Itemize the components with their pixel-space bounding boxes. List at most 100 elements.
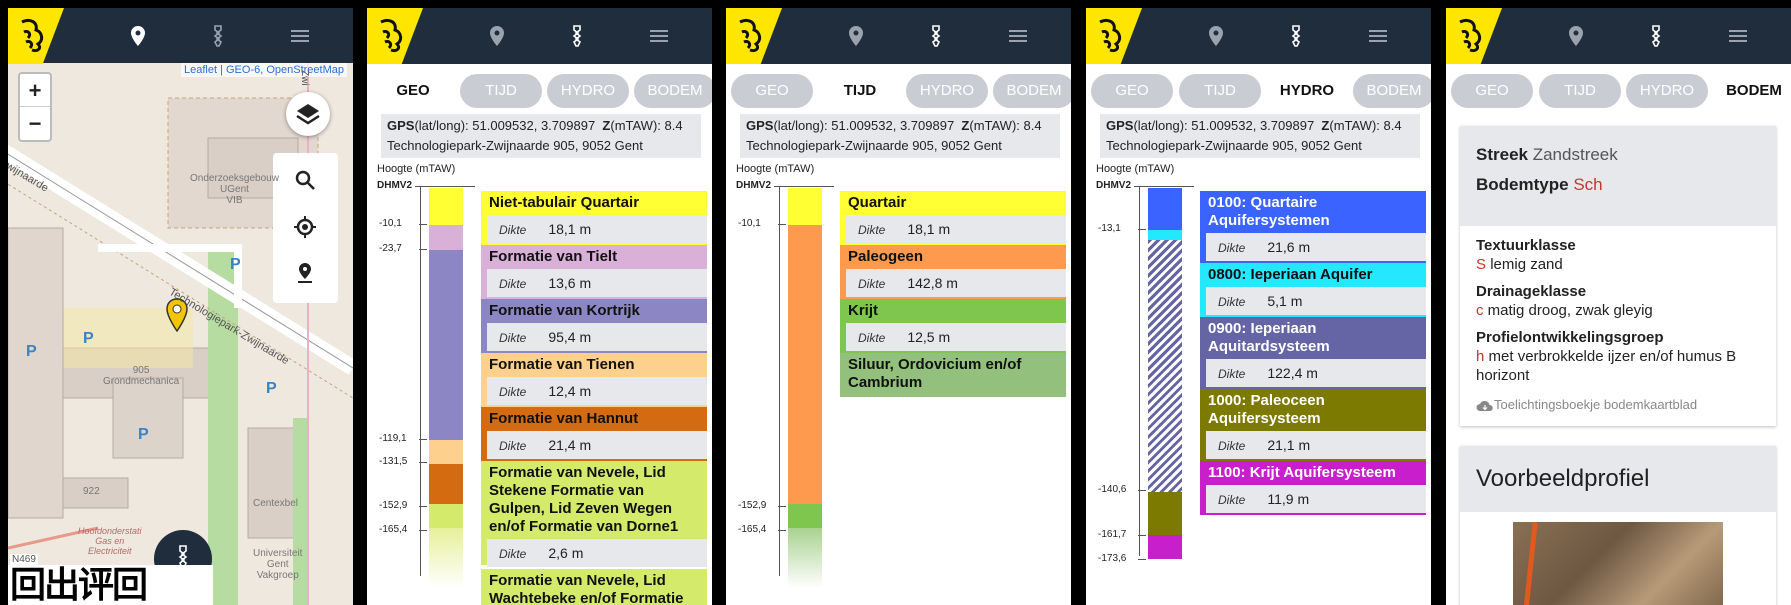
layer-thickness: Dikte 18,1 m <box>487 215 707 243</box>
map-label-side-road: Zwi <box>299 70 310 86</box>
layer-card[interactable]: 0900: Ieperiaan Aquitardsysteem Dikte 122,… <box>1200 317 1426 389</box>
strata-column-segment <box>429 464 463 504</box>
layer-thickness: Dikte 95,4 m <box>487 323 707 351</box>
tab-bodem[interactable]: BODEM <box>1353 74 1431 108</box>
depth-tick: -161,7 <box>1098 529 1146 540</box>
tab-bar: GEO TIJD HYDRO BODEM <box>367 74 712 110</box>
surface-line <box>1134 186 1194 187</box>
tab-geo[interactable]: GEO <box>731 74 813 108</box>
layer-thickness: Dikte 5,1 m <box>1206 287 1426 315</box>
location-pin-icon[interactable] <box>1204 24 1228 48</box>
layer-name: Krijt <box>848 302 878 319</box>
layer-card[interactable]: Formatie van Tielt Dikte 13,6 m <box>481 245 707 299</box>
layer-thickness: Dikte 18,1 m <box>846 215 1066 243</box>
strata-column-segment <box>788 225 822 504</box>
tab-tijd[interactable]: TIJD <box>1539 74 1621 108</box>
thickness-label: Dikte <box>499 547 527 561</box>
layer-card[interactable]: Formatie van Tienen Dikte 12,4 m <box>481 353 707 407</box>
map-label-building-4: Centexbel <box>253 498 299 509</box>
parking-icon: P <box>138 426 149 443</box>
layer-card[interactable]: 0800: Ieperiaan Aquifer Dikte 5,1 m <box>1200 263 1426 317</box>
map-tools <box>273 153 338 303</box>
gps-value: (lat/long): 51.009532, 3.709897 <box>773 118 955 133</box>
thickness-label: Dikte <box>499 439 527 453</box>
toelichting-text: Toelichtingsboekje bodemkaartblad <box>1494 397 1698 412</box>
tab-hydro[interactable]: HYDRO <box>1626 74 1708 108</box>
tab-geo[interactable]: GEO <box>1451 74 1533 108</box>
tab-geo[interactable]: GEO <box>1091 74 1173 108</box>
layer-card[interactable]: Paleogeen Dikte 142,8 m <box>840 245 1066 299</box>
layer-card[interactable]: Niet-tabulair Quartair Dikte 18,1 m <box>481 191 707 245</box>
layer-thickness: Dikte 13,6 m <box>487 269 707 297</box>
tab-bodem[interactable]: BODEM <box>993 74 1071 108</box>
voorbeeldprofiel-title: Voorbeeldprofiel <box>1460 446 1776 512</box>
toelichting-link[interactable]: Toelichtingsboekje bodemkaartblad <box>1476 395 1760 414</box>
tab-geo[interactable]: GEO <box>372 74 454 108</box>
layer-thickness: Dikte 2,6 m <box>487 539 707 567</box>
zoom-in-button[interactable]: + <box>20 74 50 107</box>
drill-icon[interactable] <box>565 24 589 48</box>
layer-card[interactable]: 1100: Krijt Aquifersysteem Dikte 11,9 m <box>1200 461 1426 515</box>
thickness-value: 5,1 m <box>1267 293 1303 309</box>
location-pin-icon[interactable] <box>844 24 868 48</box>
drill-icon[interactable] <box>1644 24 1668 48</box>
tab-bodem[interactable]: BODEM <box>634 74 712 108</box>
drill-icon[interactable] <box>206 24 230 48</box>
tab-hydro[interactable]: HYDRO <box>906 74 988 108</box>
menu-icon[interactable] <box>1006 24 1030 48</box>
menu-icon[interactable] <box>647 24 671 48</box>
drill-icon[interactable] <box>1284 24 1308 48</box>
location-pin-icon[interactable] <box>126 24 150 48</box>
tab-hydro[interactable]: HYDRO <box>547 74 629 108</box>
gps-label: GPS <box>746 118 774 133</box>
layer-card[interactable]: Formatie van Nevele, Lid Stekene Formati… <box>481 461 707 567</box>
menu-icon[interactable] <box>1726 24 1750 48</box>
strata-column-segment <box>429 440 463 464</box>
layer-name: Niet-tabulair Quartair <box>489 194 640 211</box>
map-attribution[interactable]: Leaflet | GEO-6, OpenStreetMap <box>181 63 347 77</box>
strata-column-segment <box>1148 535 1182 559</box>
layer-card[interactable]: 1000: Paleoceen Aquifersysteem Dikte 21,1 … <box>1200 389 1426 461</box>
soil-info-card: Streek Zandstreek Bodemtype Sch Textuurk… <box>1460 126 1776 426</box>
thickness-label: Dikte <box>499 277 527 291</box>
layer-card[interactable]: Quartair Dikte 18,1 m <box>840 191 1066 245</box>
layer-card[interactable]: Formatie van Kortrijk Dikte 95,4 m <box>481 299 707 353</box>
map-label-building-5: Universiteit Gent Vakgroep <box>253 548 303 581</box>
layer-name: 0800: Ieperiaan Aquifer <box>1208 266 1373 283</box>
location-pin-icon[interactable] <box>1564 24 1588 48</box>
layer-name: 1100: Krijt Aquifersysteem <box>1208 464 1396 481</box>
layer-card[interactable]: Siluur, Ordovicium en/of Cambrium <box>840 353 1066 397</box>
tab-bar: GEO TIJD HYDRO BODEM <box>1446 74 1791 110</box>
bodemtype-label: Bodemtype <box>1476 175 1569 194</box>
address: Technologiepark-Zwijnaarde 905, 9052 Gen… <box>387 138 643 153</box>
layer-card[interactable]: 0100: Quartaire Aquifersystemen Dikte 21,6… <box>1200 191 1426 263</box>
depth-tick: -152,9 <box>379 500 427 511</box>
location-pin-icon[interactable] <box>485 24 509 48</box>
map-screen[interactable]: Leaflet | GEO-6, OpenStreetMap + − Onder… <box>8 8 353 605</box>
tab-hydro[interactable]: HYDRO <box>1266 74 1348 108</box>
height-axis <box>1139 186 1140 556</box>
streek-label: Streek <box>1476 145 1528 164</box>
tab-tijd[interactable]: TIJD <box>819 74 901 108</box>
locate-icon[interactable] <box>293 215 317 239</box>
pin-drop-icon[interactable] <box>293 261 317 285</box>
tab-bar: GEO TIJD HYDRO BODEM <box>1086 74 1431 110</box>
drill-icon[interactable] <box>924 24 948 48</box>
profiel-text: met verbrokkelde ijzer en/of humus B hor… <box>1476 348 1737 384</box>
tab-tijd[interactable]: TIJD <box>1179 74 1261 108</box>
layer-name: Quartair <box>848 194 907 211</box>
thickness-label: Dikte <box>858 331 886 345</box>
thickness-label: Dikte <box>858 223 886 237</box>
layers-button[interactable] <box>286 92 330 136</box>
thickness-value: 11,9 m <box>1267 491 1310 507</box>
layer-card[interactable]: Formatie van Nevele, Lid Wachtebeke en/o… <box>481 569 707 605</box>
layer-card[interactable]: Krijt Dikte 12,5 m <box>840 299 1066 353</box>
tab-tijd[interactable]: TIJD <box>460 74 542 108</box>
menu-icon[interactable] <box>1366 24 1390 48</box>
search-icon[interactable] <box>293 168 317 192</box>
tab-bodem[interactable]: BODEM <box>1713 74 1791 108</box>
depth-tick: -140,6 <box>1098 484 1146 495</box>
zoom-out-button[interactable]: − <box>20 107 50 140</box>
menu-icon[interactable] <box>288 24 312 48</box>
layer-card[interactable]: Formatie van Hannut Dikte 21,4 m <box>481 407 707 461</box>
